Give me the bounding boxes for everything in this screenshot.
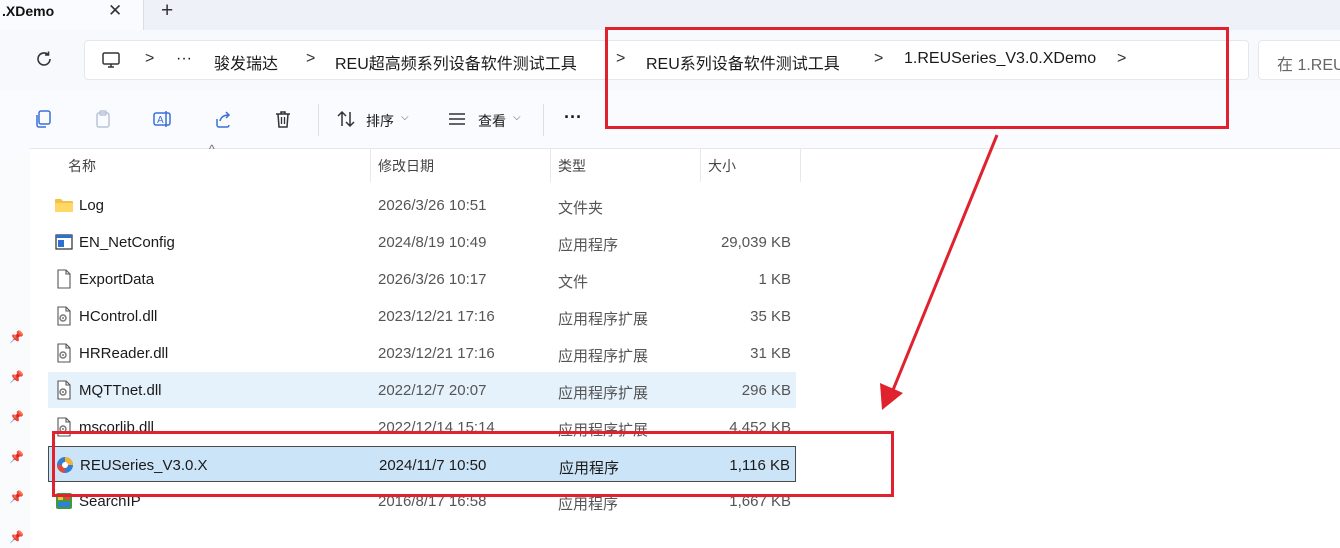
annotation-arrow [880, 134, 999, 410]
